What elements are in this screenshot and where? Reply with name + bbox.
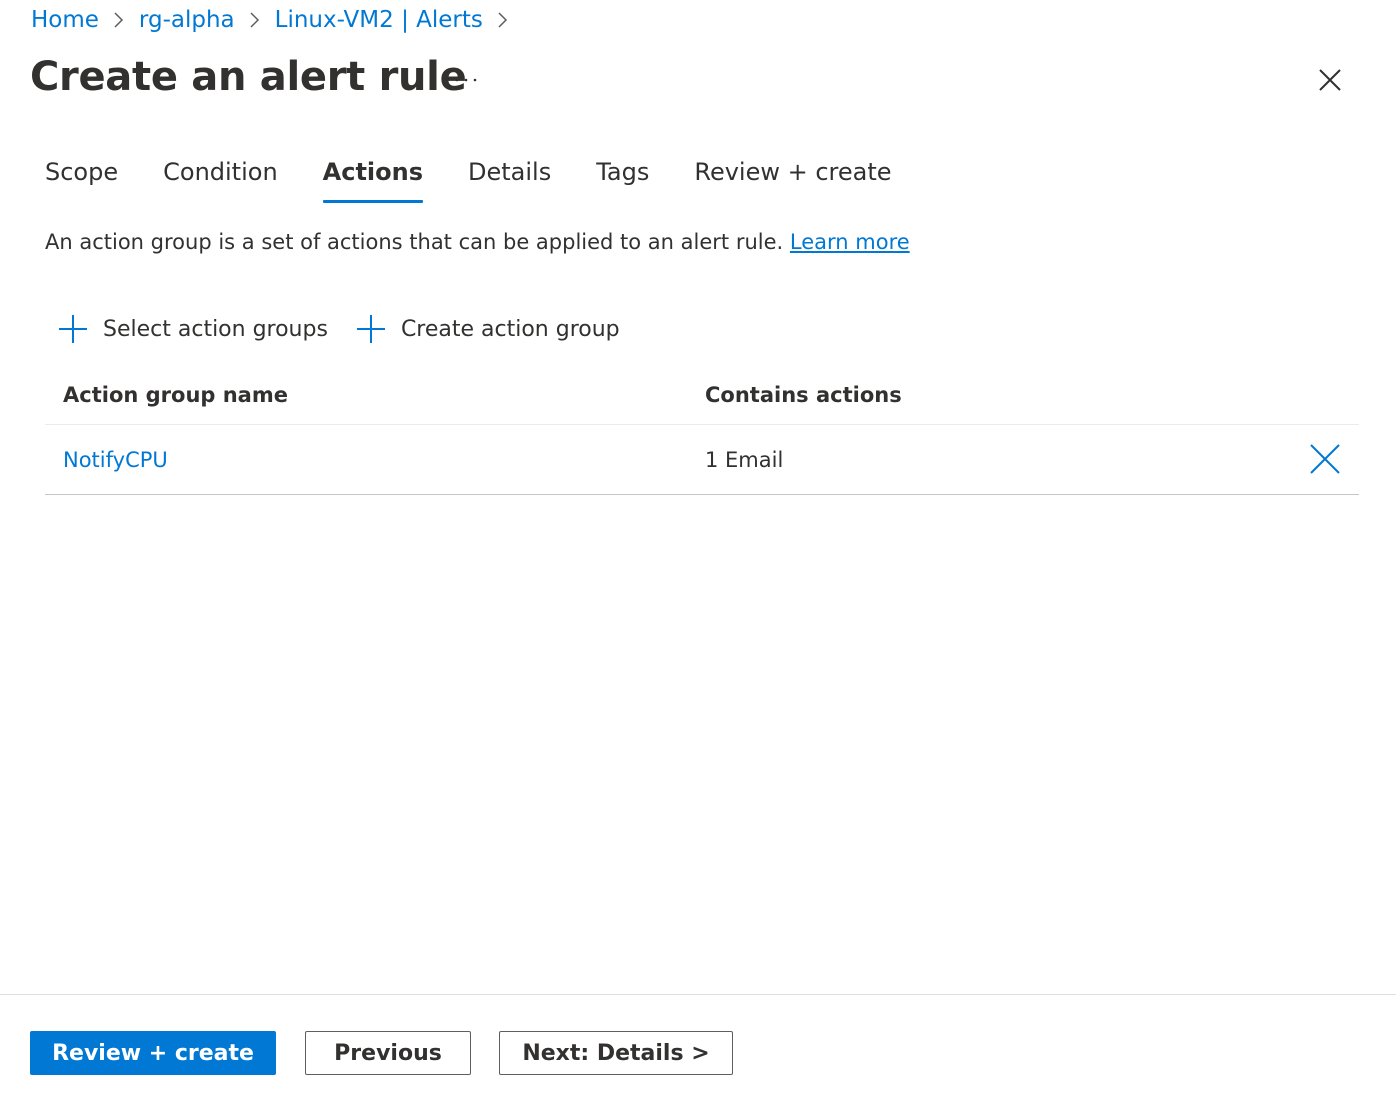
tab-actions[interactable]: Actions [322,152,424,206]
select-action-groups-label: Select action groups [103,316,328,342]
command-bar: Select action groups Create action group [58,310,648,348]
create-action-group-button[interactable]: Create action group [356,310,620,348]
select-action-groups-button[interactable]: Select action groups [58,310,328,348]
breadcrumb-home[interactable]: Home [31,7,99,33]
close-button[interactable] [1310,60,1350,100]
remove-action-group-button[interactable] [1307,441,1343,477]
action-groups-table: Action group name Contains actions Notif… [45,366,1359,495]
tab-scope[interactable]: Scope [45,152,118,206]
tab-tags[interactable]: Tags [596,152,649,206]
contains-actions-cell: 1 Email [705,447,784,472]
breadcrumb-resource-group[interactable]: rg-alpha [139,7,235,33]
action-group-link[interactable]: NotifyCPU [63,448,168,472]
create-action-group-label: Create action group [400,316,620,342]
review-create-button[interactable]: Review + create [30,1031,276,1075]
tab-details[interactable]: Details [468,152,551,206]
tab-condition[interactable]: Condition [163,152,278,206]
tab-bar: Scope Condition Actions Details Tags Rev… [45,152,937,206]
column-header-name: Action group name [63,383,288,407]
column-header-actions: Contains actions [705,383,902,407]
create-alert-rule-page: Home rg-alpha Linux-VM2 | Alerts Create … [0,0,1396,1111]
description-text: An action group is a set of actions that… [45,230,784,254]
breadcrumb: Home rg-alpha Linux-VM2 | Alerts [31,4,523,36]
next-details-button[interactable]: Next: Details > [499,1031,733,1075]
learn-more-link[interactable]: Learn more [790,230,910,254]
ellipsis-icon [455,78,477,82]
plus-icon [356,314,386,344]
chevron-right-icon [235,4,275,36]
footer-divider [0,994,1396,995]
chevron-right-icon [483,4,523,36]
close-icon [1319,69,1341,91]
plus-icon [58,314,88,344]
table-header: Action group name Contains actions [45,366,1359,425]
chevron-right-icon [99,4,139,36]
breadcrumb-vm-alerts[interactable]: Linux-VM2 | Alerts [275,7,483,33]
close-icon [1310,444,1340,474]
more-options-button[interactable] [447,62,485,98]
tab-review-create[interactable]: Review + create [694,152,891,206]
page-title: Create an alert rule [30,54,467,100]
previous-button[interactable]: Previous [305,1031,471,1075]
table-row: NotifyCPU 1 Email [45,425,1359,495]
actions-description: An action group is a set of actions that… [45,230,910,254]
